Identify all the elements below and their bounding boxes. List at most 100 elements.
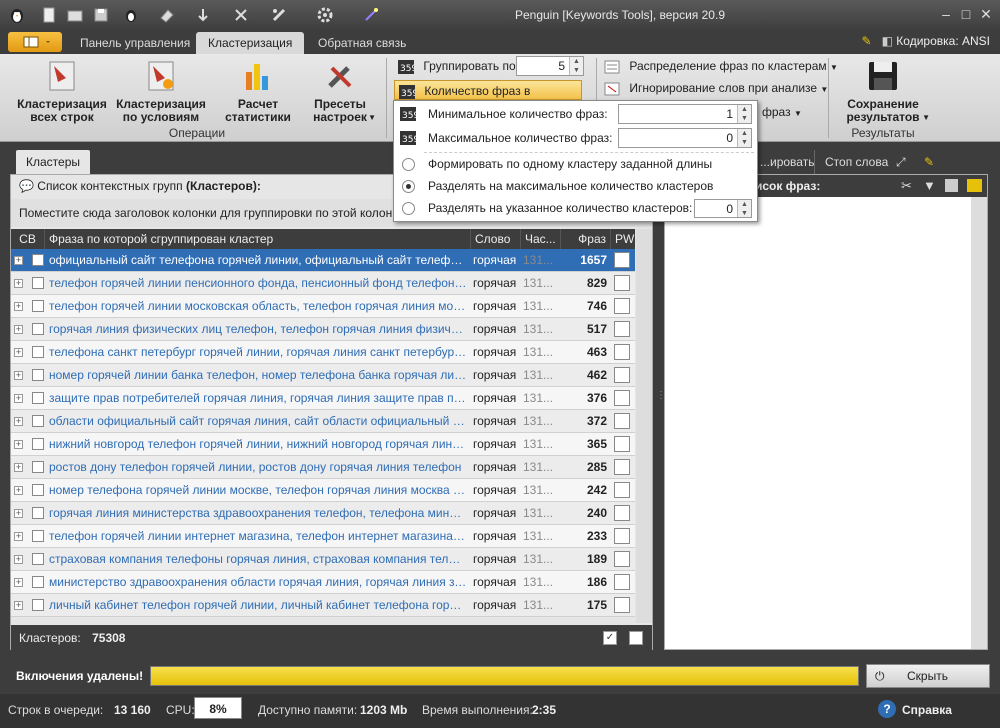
row-checkbox[interactable] (32, 438, 44, 450)
row-checkbox[interactable] (32, 599, 44, 611)
close-button[interactable]: ✕ (976, 6, 996, 24)
cluster-by-conditions-button[interactable]: Кластеризация по условиям (112, 58, 210, 124)
max-phrases-stepper[interactable]: 0 ▲ ▼ (618, 128, 752, 148)
splitter-handle[interactable]: ⋮ (656, 390, 666, 410)
row-checkbox[interactable] (32, 553, 44, 565)
help-link[interactable]: Справка (902, 703, 952, 717)
gear-icon[interactable] (316, 6, 334, 24)
table-row[interactable]: + личный кабинет телефон горячей линии, л… (11, 594, 635, 617)
minimize-button[interactable]: – (936, 6, 956, 24)
expand-icon[interactable]: + (14, 486, 23, 495)
edit-pencil-icon[interactable] (614, 574, 630, 590)
row-checkbox[interactable] (32, 576, 44, 588)
pin-icon[interactable]: ⤢ (886, 150, 912, 174)
partial-phrases-button[interactable]: фраз ▼ (762, 102, 802, 122)
table-row[interactable]: + страховая компания телефоны горячая лин… (11, 548, 635, 571)
expand-icon[interactable]: + (14, 302, 23, 311)
expand-icon[interactable]: + (14, 325, 23, 334)
edit-pencil-icon[interactable] (614, 459, 630, 475)
min-phrases-stepper[interactable]: 1 ▲ ▼ (618, 104, 752, 124)
expand-icon[interactable]: + (14, 348, 23, 357)
expand-icon[interactable]: + (14, 371, 23, 380)
col-phrase[interactable]: Фраза по которой сгруппирован кластер (45, 229, 471, 249)
expand-icon[interactable]: + (14, 463, 23, 472)
radio-max-clusters[interactable] (402, 180, 415, 193)
calc-stats-button[interactable]: Расчет статистики (218, 58, 298, 124)
vertical-scrollbar[interactable] (636, 229, 652, 623)
edit-pencil-icon[interactable] (614, 298, 630, 314)
edit-pencil-icon[interactable] (614, 321, 630, 337)
tab-feedback[interactable]: Обратная связь (306, 32, 418, 54)
expand-icon[interactable]: + (14, 578, 23, 587)
table-row[interactable]: + официальный сайт телефона горячей линии… (11, 249, 635, 272)
phrases-in-cluster-button[interactable]: 359 Количество фраз в кластере ▼ (394, 80, 582, 118)
sort-down-icon[interactable] (194, 6, 212, 24)
stepper-arrows-icon[interactable]: ▲ ▼ (569, 57, 583, 75)
expand-icon[interactable]: + (14, 509, 23, 518)
row-checkbox[interactable] (32, 277, 44, 289)
edit-pencil-icon[interactable] (614, 597, 630, 613)
edit-pencil-icon[interactable] (614, 390, 630, 406)
new-file-icon[interactable] (40, 6, 58, 24)
edit-pencil-icon[interactable] (614, 482, 630, 498)
table-row[interactable]: + горячая линия физических лиц телефон, т… (11, 318, 635, 341)
edit-pencil-icon[interactable] (614, 413, 630, 429)
row-checkbox[interactable] (32, 346, 44, 358)
tab-control-panel[interactable]: Панель управления (68, 32, 202, 54)
expand-icon[interactable]: + (14, 532, 23, 541)
table-row[interactable]: + нижний новгород телефон горячей линии, … (11, 433, 635, 456)
edit-pencil-icon[interactable] (614, 528, 630, 544)
presets-button[interactable]: Пресеты настроек ▼ (302, 58, 378, 124)
stepper-arrows-icon[interactable]: ▲ ▼ (737, 105, 751, 123)
expand-icon[interactable]: + (14, 440, 23, 449)
expand-icon[interactable]: + (14, 555, 23, 564)
table-row[interactable]: + номер телефона горячей линии москве, те… (11, 479, 635, 502)
table-row[interactable]: + защите прав потребителей горячая линия,… (11, 387, 635, 410)
save-results-button[interactable]: Сохранение результатов ▼ (836, 58, 930, 124)
row-checkbox[interactable] (32, 323, 44, 335)
option-single-cluster[interactable]: Формировать по одному кластеру заданной … (394, 153, 757, 177)
penguin-icon[interactable] (122, 6, 140, 24)
filter-icon[interactable]: ▼ (923, 178, 936, 193)
save-icon[interactable] (92, 6, 110, 24)
radio-single-cluster[interactable] (402, 158, 415, 171)
open-folder-icon[interactable] (66, 6, 84, 24)
scissors-icon[interactable] (232, 6, 250, 24)
col-pw[interactable]: PW (611, 229, 635, 249)
edit-pencil-icon[interactable] (614, 367, 630, 383)
table-row[interactable]: + ростов дону телефон горячей линии, рост… (11, 456, 635, 479)
broom-icon[interactable]: ✎ (914, 150, 940, 174)
eraser-icon[interactable] (158, 6, 176, 24)
option-max-clusters[interactable]: Разделять на максимальное количество кла… (394, 175, 757, 199)
row-checkbox[interactable] (32, 484, 44, 496)
table-row[interactable]: + телефон горячей линии интернет магазина… (11, 525, 635, 548)
tab-clusters[interactable]: Кластеры (16, 150, 90, 174)
row-checkbox[interactable] (32, 461, 44, 473)
stepper-arrows-icon[interactable]: ▲ ▼ (737, 129, 751, 147)
tools-icon[interactable]: ✂ (901, 178, 912, 194)
table-row[interactable]: + министерство здравоохранения области го… (11, 571, 635, 594)
col-word1[interactable]: Слово 1 (471, 229, 521, 266)
row-checkbox[interactable] (32, 530, 44, 542)
table-row[interactable]: + телефона санкт петербург горячей линии,… (11, 341, 635, 364)
ignore-words-button[interactable]: Игнорирование слов при анализе ▼ (604, 78, 828, 98)
encoding-selector[interactable]: ✎ ◧ Кодировка: ANSI (862, 34, 990, 48)
check-all-icon[interactable]: ✓ (603, 631, 617, 645)
table-row[interactable]: + горячая линия министерства здравоохране… (11, 502, 635, 525)
group-by-stepper[interactable]: 5 ▲ ▼ (516, 56, 584, 76)
file-menu-button[interactable] (8, 32, 62, 52)
n-clusters-stepper[interactable]: 0 ▲ ▼ (694, 199, 752, 218)
stepper-arrows-icon[interactable]: ▲ ▼ (737, 200, 751, 217)
maximize-button[interactable]: □ (956, 6, 976, 24)
expand-icon[interactable]: + (14, 394, 23, 403)
table-row[interactable]: + области официальный сайт горячая линия,… (11, 410, 635, 433)
vertical-scrollbar[interactable] (971, 197, 987, 649)
row-checkbox[interactable] (32, 254, 44, 266)
distribution-button[interactable]: Распределение фраз по кластерам ▼ (604, 56, 838, 76)
expand-icon[interactable]: + (14, 279, 23, 288)
tab-clustering[interactable]: Кластеризация (196, 32, 305, 54)
expand-icon[interactable]: + (14, 256, 23, 265)
expand-icon[interactable]: + (14, 601, 23, 610)
save-icon[interactable] (945, 179, 958, 192)
edit-pencil-icon[interactable] (614, 275, 630, 291)
